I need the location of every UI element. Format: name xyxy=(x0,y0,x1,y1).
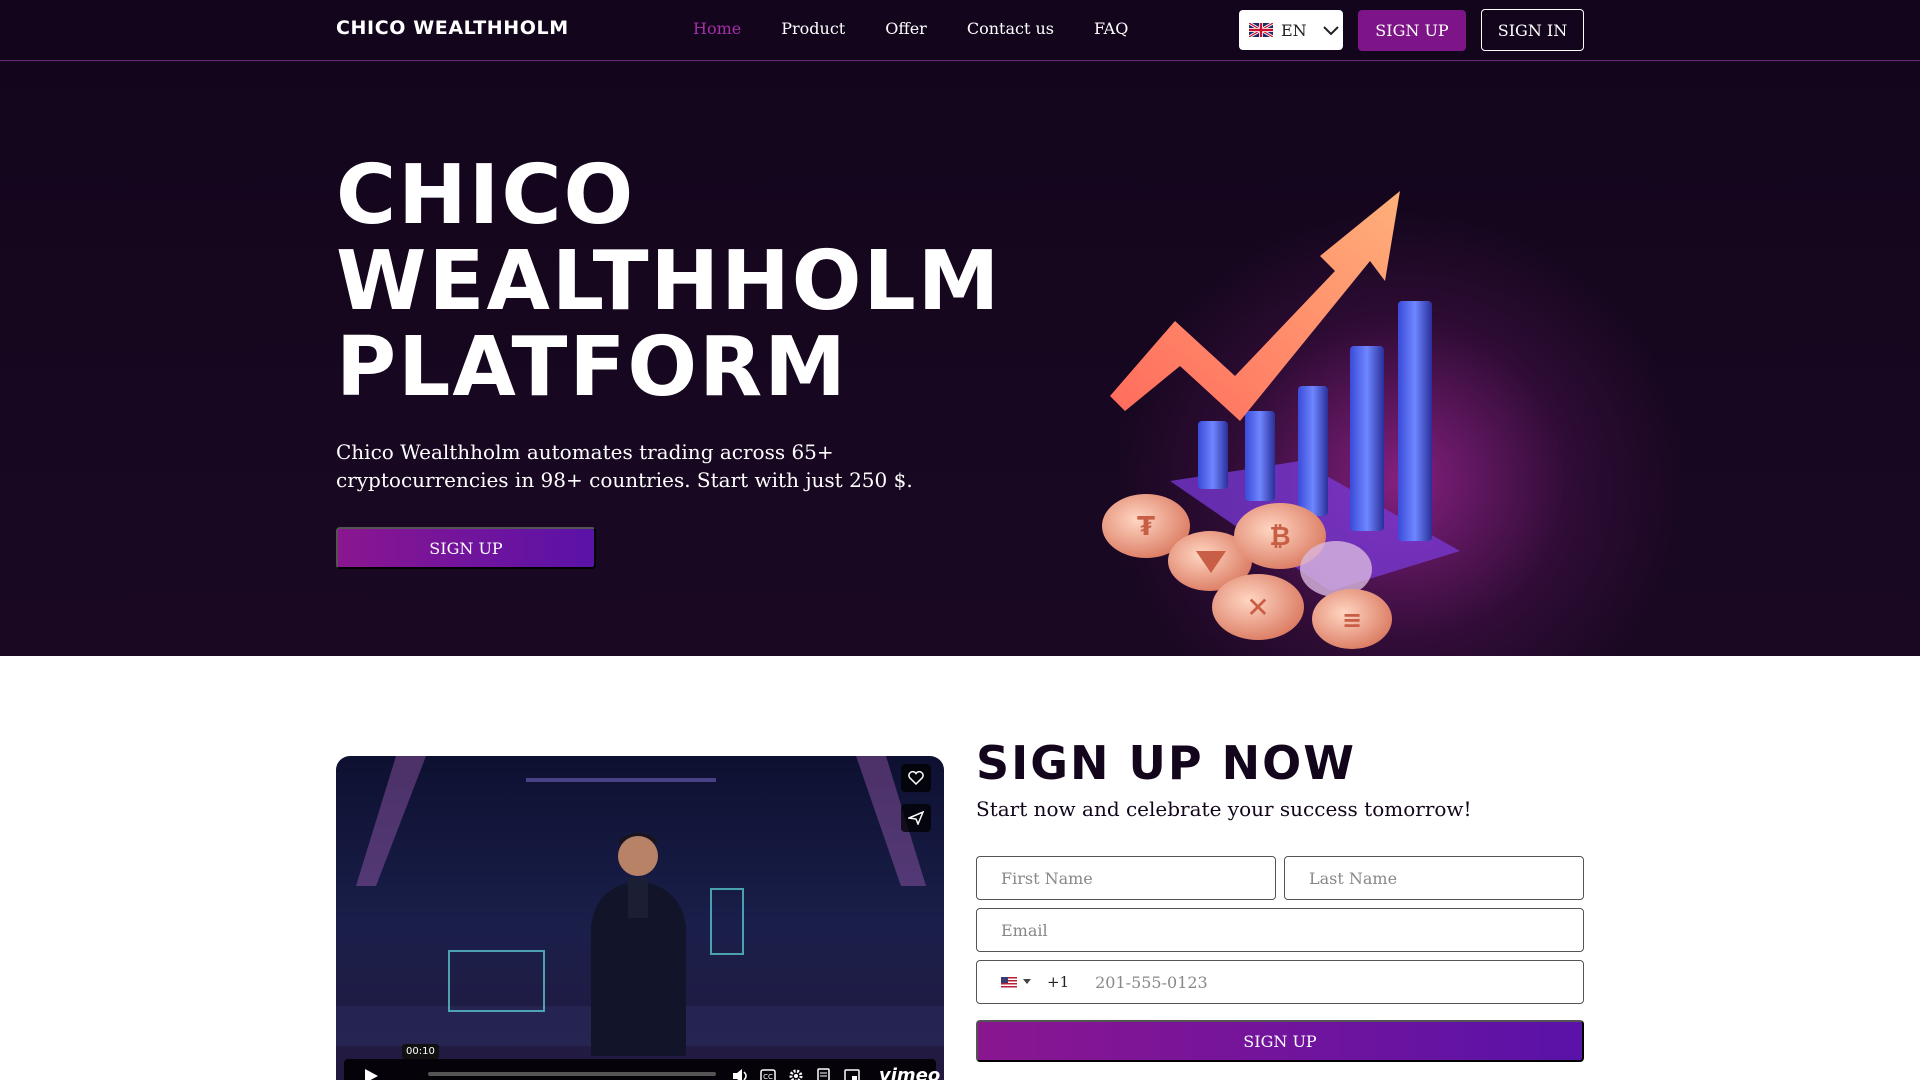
hero-title-line-3: PLATFORM xyxy=(336,320,848,415)
email-field[interactable]: Email xyxy=(976,908,1584,952)
bar-1 xyxy=(1198,421,1228,489)
signup-form-subtitle: Start now and celebrate your success tom… xyxy=(976,797,1472,821)
send-icon xyxy=(908,811,924,825)
svg-text:CC: CC xyxy=(763,1073,773,1080)
video-frame-scene xyxy=(336,756,944,1056)
like-button[interactable] xyxy=(901,764,931,792)
email-placeholder: Email xyxy=(1001,920,1048,940)
phone-field[interactable]: +1 201-555-0123 xyxy=(976,960,1584,1004)
play-icon[interactable] xyxy=(362,1067,380,1080)
country-code-selector[interactable]: +1 xyxy=(1001,973,1069,991)
signup-form-title: SIGN UP NOW xyxy=(976,736,1356,790)
top-navbar: CHICO WEALTHHOLM Home Product Offer Cont… xyxy=(0,0,1920,61)
bar-2 xyxy=(1245,411,1275,501)
bar-3 xyxy=(1298,386,1328,516)
growth-chart-illustration: ₮ ₿ ✕ ≡ xyxy=(1102,191,1460,649)
svg-text:≡: ≡ xyxy=(1342,606,1362,634)
bar-5 xyxy=(1398,301,1432,541)
svg-text:✕: ✕ xyxy=(1246,591,1269,624)
coin-pale xyxy=(1300,541,1372,597)
svg-text:₿: ₿ xyxy=(1269,522,1290,552)
nav-signin-button[interactable]: SIGN IN xyxy=(1481,9,1584,51)
hero-title: CHICO WEALTHHOLM PLATFORM xyxy=(336,153,1001,411)
hero-signup-button[interactable]: SIGN UP xyxy=(336,527,596,569)
transcript-icon[interactable] xyxy=(816,1068,832,1080)
bar-4 xyxy=(1350,346,1384,531)
video-controls: CC vimeo xyxy=(344,1059,940,1080)
hero-section: CHICO WEALTHHOLM PLATFORM Chico Wealthho… xyxy=(0,61,1920,656)
main-menu: Home Product Offer Contact us FAQ xyxy=(693,19,1168,38)
caret-down-icon xyxy=(1023,979,1031,984)
svg-text:₮: ₮ xyxy=(1137,512,1155,542)
first-name-placeholder: First Name xyxy=(1001,868,1093,888)
video-progress-track[interactable] xyxy=(428,1072,716,1076)
video-timestamp: 00:10 xyxy=(402,1044,439,1059)
hero-title-line-2: WEALTHHOLM xyxy=(336,234,1002,329)
chevron-down-icon xyxy=(1322,21,1339,40)
volume-icon[interactable] xyxy=(732,1068,750,1080)
menu-item-offer[interactable]: Offer xyxy=(885,19,927,38)
video-player[interactable]: 00:10 CC vimeo xyxy=(336,756,944,1080)
captions-icon[interactable]: CC xyxy=(760,1069,776,1080)
share-button[interactable] xyxy=(901,804,931,832)
us-flag-icon xyxy=(1001,976,1017,988)
signup-section: 00:10 CC vimeo SIGN UP NOW Start now and… xyxy=(0,656,1920,1080)
last-name-placeholder: Last Name xyxy=(1309,868,1398,888)
uk-flag-icon xyxy=(1249,23,1273,37)
site-logo[interactable]: CHICO WEALTHHOLM xyxy=(336,17,569,39)
phone-country-code: +1 xyxy=(1047,973,1070,991)
nav-signup-button[interactable]: SIGN UP xyxy=(1358,10,1466,51)
hero-description: Chico Wealthholm automates trading acros… xyxy=(336,440,913,492)
heart-icon xyxy=(908,771,924,785)
menu-item-contact[interactable]: Contact us xyxy=(967,19,1054,38)
language-selector[interactable]: EN xyxy=(1239,10,1343,50)
phone-placeholder: 201-555-0123 xyxy=(1095,972,1208,992)
hero-title-line-1: CHICO xyxy=(336,148,636,243)
vimeo-logo[interactable]: vimeo xyxy=(879,1065,940,1080)
last-name-field[interactable]: Last Name xyxy=(1284,856,1584,900)
menu-item-faq[interactable]: FAQ xyxy=(1094,19,1128,38)
form-signup-button[interactable]: SIGN UP xyxy=(976,1020,1584,1062)
language-code: EN xyxy=(1281,20,1307,40)
pip-icon[interactable] xyxy=(844,1069,860,1080)
menu-item-product[interactable]: Product xyxy=(781,19,845,38)
gear-icon[interactable] xyxy=(788,1068,804,1080)
menu-item-home[interactable]: Home xyxy=(693,19,741,38)
first-name-field[interactable]: First Name xyxy=(976,856,1276,900)
